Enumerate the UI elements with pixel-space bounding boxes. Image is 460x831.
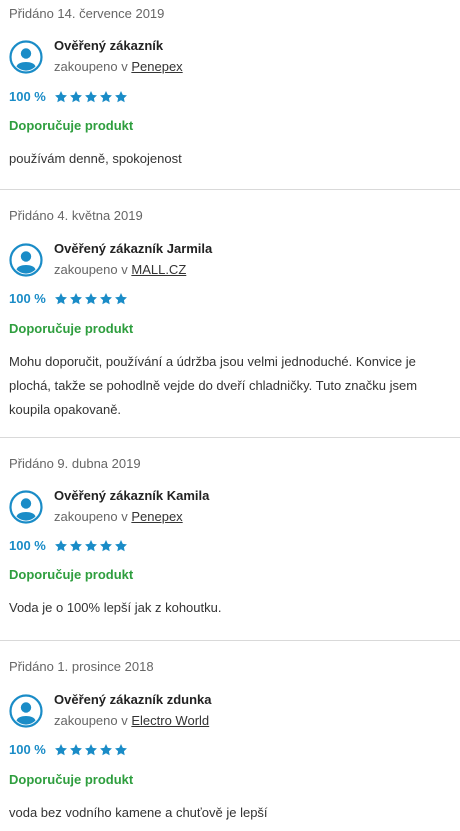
rating-row: 100 % (9, 89, 128, 104)
shop-link[interactable]: MALL.CZ (131, 262, 186, 277)
review-date: Přidáno 9. dubna 2019 (9, 456, 141, 471)
star-icon (114, 90, 127, 102)
rating-percent: 100 % (9, 89, 46, 104)
recommend-label: Doporučuje produkt (9, 772, 134, 787)
review-date: Přidáno 4. května 2019 (9, 208, 143, 223)
review-author: Ověřený zákazník zdunka (54, 692, 212, 707)
review-author: Ověřený zákazník (54, 38, 164, 53)
star-rating (54, 743, 128, 757)
shop-link[interactable]: Penepex (131, 509, 182, 524)
review-item: Přidáno 4. května 2019 Ověřený zákazník … (0, 190, 460, 438)
star-icon (99, 90, 112, 102)
review-text: Mohu doporučit, používání a údržba jsou … (9, 354, 418, 417)
recommend-label: Doporučuje produkt (9, 321, 134, 336)
star-icon (84, 90, 97, 102)
star-icon (114, 292, 127, 304)
user-avatar-icon (9, 40, 43, 74)
rating-percent: 100 % (9, 291, 46, 306)
star-icon (54, 292, 67, 304)
rating-percent: 100 % (9, 742, 46, 757)
star-rating (54, 90, 128, 104)
user-avatar-icon (9, 243, 43, 277)
review-item: Přidáno 9. dubna 2019 Ověřený zákazník K… (0, 438, 460, 641)
star-icon (54, 539, 67, 551)
purchase-prefix: zakoupeno v (54, 59, 128, 74)
star-icon (99, 292, 112, 304)
purchase-prefix: zakoupeno v (54, 262, 128, 277)
recommend-label: Doporučuje produkt (9, 567, 134, 582)
review-item: Přidáno 14. července 2019 Ověřený zákazn… (0, 0, 460, 190)
review-item: Přidáno 1. prosince 2018 Ověřený zákazní… (0, 641, 460, 831)
star-icon (114, 539, 127, 551)
shop-link[interactable]: Electro World (131, 713, 209, 728)
review-text: voda bez vodního kamene a chuťově je lep… (9, 805, 268, 820)
user-avatar-icon (9, 490, 43, 524)
user-avatar-icon (9, 694, 43, 728)
review-purchase-info: zakoupeno v Penepex (54, 59, 183, 74)
review-purchase-info: zakoupeno v Penepex (54, 509, 183, 524)
star-icon (114, 743, 127, 755)
review-text: Voda je o 100% lepší jak z kohoutku. (9, 600, 222, 615)
purchase-prefix: zakoupeno v (54, 713, 128, 728)
star-icon (69, 292, 82, 304)
star-icon (84, 292, 97, 304)
star-icon (54, 90, 67, 102)
rating-row: 100 % (9, 291, 128, 306)
shop-link[interactable]: Penepex (131, 59, 182, 74)
review-text: používám denně, spokojenost (9, 151, 182, 166)
review-purchase-info: zakoupeno v Electro World (54, 713, 209, 728)
rating-percent: 100 % (9, 538, 46, 553)
purchase-prefix: zakoupeno v (54, 509, 128, 524)
review-purchase-info: zakoupeno v MALL.CZ (54, 262, 186, 277)
star-icon (84, 539, 97, 551)
star-rating (54, 292, 128, 306)
star-icon (99, 539, 112, 551)
review-date: Přidáno 14. července 2019 (9, 6, 165, 21)
review-date: Přidáno 1. prosince 2018 (9, 659, 154, 674)
rating-row: 100 % (9, 538, 128, 553)
star-rating (54, 539, 128, 553)
star-icon (69, 743, 82, 755)
review-author: Ověřený zákazník Kamila (54, 488, 210, 503)
review-author: Ověřený zákazník Jarmila (54, 241, 213, 256)
star-icon (69, 90, 82, 102)
recommend-label: Doporučuje produkt (9, 118, 134, 133)
star-icon (84, 743, 97, 755)
rating-row: 100 % (9, 742, 128, 757)
star-icon (69, 539, 82, 551)
star-icon (54, 743, 67, 755)
star-icon (99, 743, 112, 755)
